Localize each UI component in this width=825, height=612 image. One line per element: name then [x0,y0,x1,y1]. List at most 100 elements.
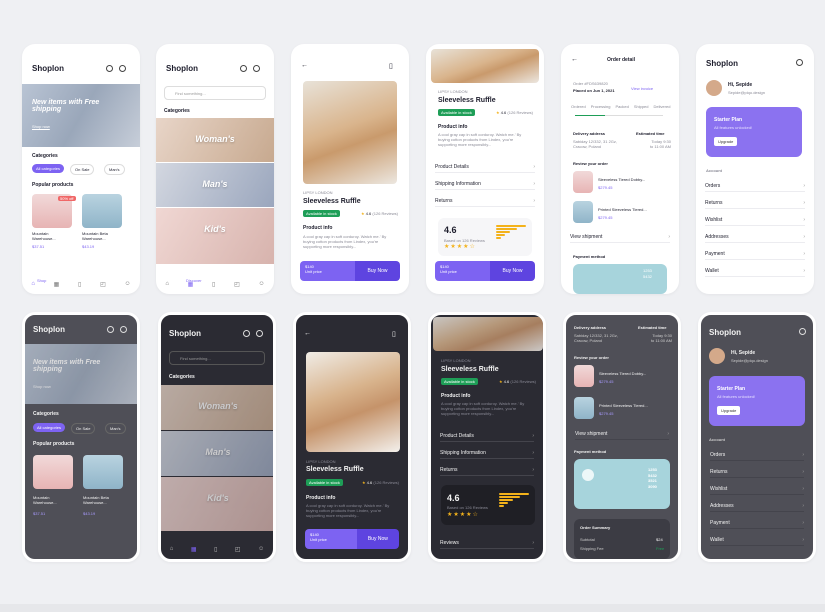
menu-wishlist[interactable]: Wishlist › [705,215,805,226]
payment-card[interactable]: 1253 5432 [573,264,667,294]
product-image[interactable] [82,194,122,228]
tab-discover[interactable]: ▦ [54,281,60,288]
menu-wallet[interactable]: Wallet › [710,535,804,546]
menu-wallet[interactable]: Wallet › [705,266,805,277]
product-image[interactable] [83,455,123,489]
menu-payment[interactable]: Payment › [705,249,805,260]
view-invoice-link[interactable]: View invoice [631,86,653,91]
row-returns[interactable]: Returns › [440,465,534,476]
chip-mans[interactable]: Man's [105,423,126,434]
order-item-name: Printed Sleeveless Tiered... [599,403,648,408]
bookmark-icon[interactable]: ▯ [392,330,396,338]
category-woman[interactable]: Woman's [156,118,274,162]
buy-now-button[interactable]: Buy Now [355,261,400,281]
category-kid[interactable]: Kid's [156,208,274,264]
chip-all[interactable]: All categories [33,423,66,432]
product-image[interactable] [33,455,73,489]
view-shipment-row[interactable]: View shipment › [575,429,669,440]
tab-bookmark[interactable]: ▯ [78,281,81,288]
chip-mans[interactable]: Man's [104,164,125,175]
bell-icon[interactable] [120,326,127,333]
tab-shop[interactable]: ⌂ [31,281,35,287]
product-info-text: A cool gray cap in soft corduroy. Watch … [441,401,525,417]
menu-payment[interactable]: Payment › [710,518,804,529]
payment-card[interactable]: 1253 5432 3521 3090 [574,459,670,509]
order-item-price: $279.45 [598,215,613,220]
tab-bag[interactable]: ◰ [235,546,241,553]
tab-profile[interactable]: ☺ [258,281,264,287]
screen-order-gray: Delivery address Sabiday 12/332, 31 2Gz,… [563,312,681,562]
bell-icon[interactable] [119,65,126,72]
bookmark-icon[interactable]: ▯ [389,62,393,70]
order-item-name: Sleeveless Tiered Dobby... [599,371,647,376]
screen-order-light: ← Order detail Order #FDS639820 Placed o… [561,44,679,294]
product-info-title: Product info [438,124,468,130]
back-arrow-icon[interactable]: ← [304,330,311,337]
tab-bag[interactable]: ◰ [100,281,106,288]
shop-now-link[interactable]: Shop now [32,124,50,129]
store-name: LIPSY LONDON [303,190,333,195]
menu-addresses[interactable]: Addresses › [705,232,805,243]
product-price: $43.19 [83,511,96,516]
chip-sale[interactable]: On Sale [71,423,96,434]
hero-banner[interactable]: New items with Free shipping Shop now [25,344,137,404]
search-icon[interactable] [796,59,803,66]
tab-shop[interactable]: ⌂ [170,546,174,552]
chat-icon[interactable] [106,65,113,72]
menu-returns[interactable]: Returns › [710,467,804,478]
menu-orders[interactable]: Orders › [710,450,804,461]
chat-icon[interactable] [243,330,250,337]
menu-wishlist[interactable]: Wishlist › [710,484,804,495]
chat-icon[interactable] [240,65,247,72]
upgrade-button[interactable]: Upgrade [717,406,741,415]
category-man[interactable]: Man's [161,431,273,476]
bell-icon[interactable] [256,330,263,337]
chip-all[interactable]: All categories [32,164,65,173]
product-image[interactable] [306,352,400,452]
hero-banner[interactable]: New items with Free shipping Shop now [22,84,140,147]
avatar[interactable] [709,348,725,364]
view-shipment-row[interactable]: View shipment › [570,232,670,243]
menu-orders[interactable]: Orders › [705,181,805,192]
search-input[interactable]: Find something... [164,86,266,100]
row-product-details[interactable]: Product Details › [435,162,535,173]
row-returns[interactable]: Returns › [435,196,535,207]
search-icon[interactable] [799,328,806,335]
product-image[interactable] [303,81,397,184]
shipping-value: Free [656,546,665,551]
tab-profile[interactable]: ☺ [124,281,130,287]
category-kid[interactable]: Kid's [161,477,273,531]
row-reviews[interactable]: Reviews › [440,538,534,549]
chip-sale[interactable]: On Sale [70,164,95,175]
row-shipping[interactable]: Shipping Information › [440,448,534,459]
category-man[interactable]: Man's [156,163,274,207]
back-arrow-icon[interactable]: ← [301,62,308,69]
row-product-details[interactable]: Product Details › [440,431,534,442]
buy-bar: $140 Unit price Buy Now [300,261,400,281]
buy-now-button[interactable]: Buy Now [356,529,399,549]
tab-profile[interactable]: ☺ [258,546,264,552]
search-input[interactable]: Find something... [169,351,265,365]
bell-icon[interactable] [253,65,260,72]
buy-now-button[interactable]: Buy Now [490,261,535,281]
payment-method-title: Payment method [574,449,607,454]
tab-bookmark[interactable]: ▯ [212,281,215,288]
avatar[interactable] [706,80,722,96]
screen-home-gray: Shoplon New items with Free shipping Sho… [22,312,140,562]
row-shipping[interactable]: Shipping Information › [435,179,535,190]
menu-returns[interactable]: Returns › [705,198,805,209]
buy-bar: $140 Unit price Buy Now [305,529,399,549]
tab-bookmark[interactable]: ▯ [214,546,217,553]
tab-shop[interactable]: ⌂ [165,281,169,287]
back-arrow-icon[interactable]: ← [571,56,578,63]
tab-bag[interactable]: ◰ [234,281,240,288]
screen-product-scrolled-dark: LIPSY LONDON Sleeveless Ruffle Available… [428,312,546,562]
tab-discover[interactable]: ▦ [191,546,197,553]
menu-addresses[interactable]: Addresses › [710,501,804,512]
upgrade-button[interactable]: Upgrade [714,137,738,146]
rating: ★ 4.6 (126 Reviews) [361,211,398,216]
category-woman[interactable]: Woman's [161,385,273,430]
shop-now-link[interactable]: Shop now [33,384,51,389]
chat-icon[interactable] [107,326,114,333]
account-title: Account [706,168,722,173]
